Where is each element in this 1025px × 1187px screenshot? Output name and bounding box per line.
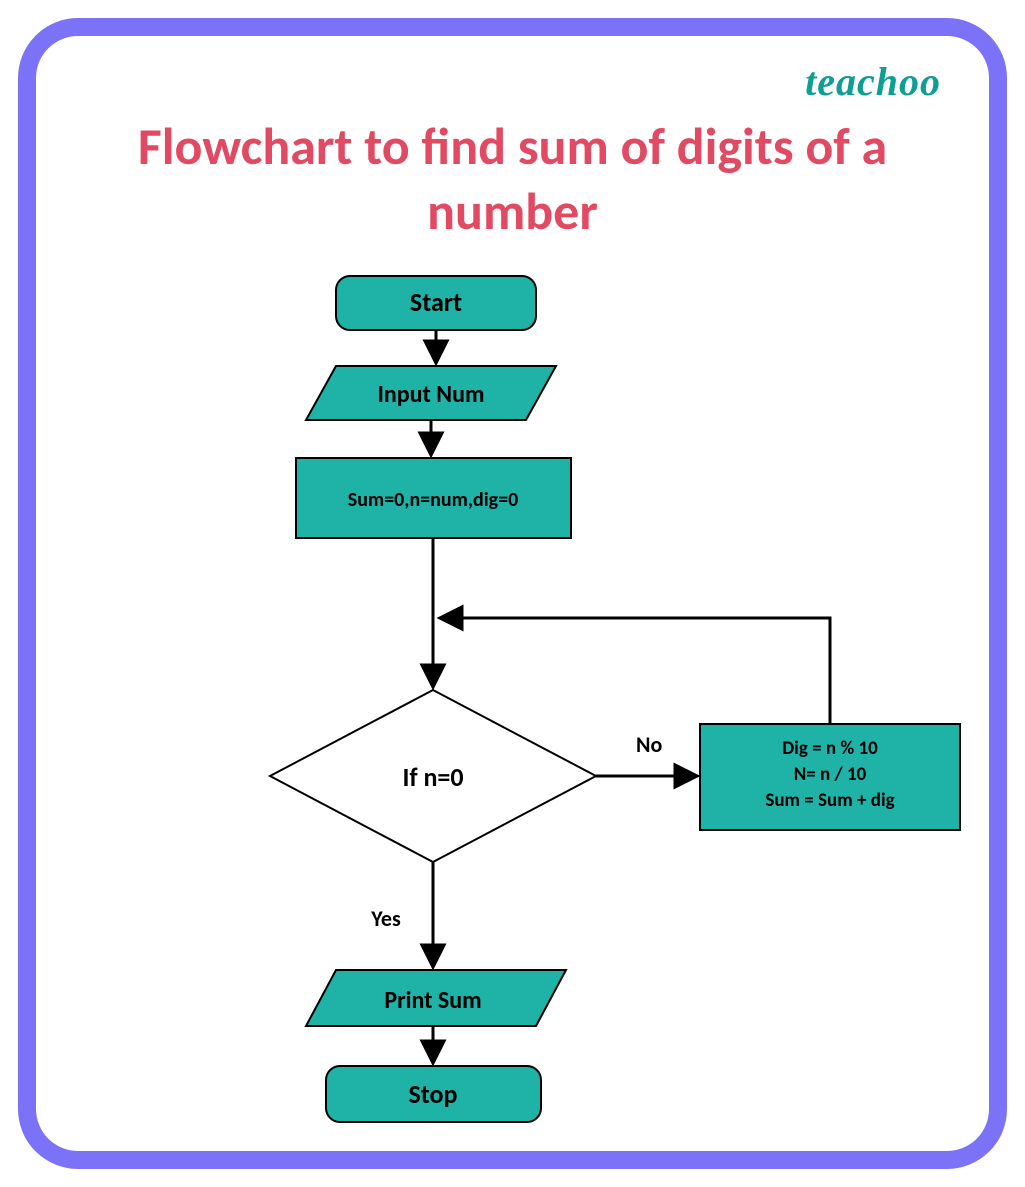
node-stop: Stop <box>326 1066 541 1122</box>
node-decision: If n=0 <box>270 690 596 862</box>
node-init: Sum=0,n=num,dig=0 <box>296 458 571 538</box>
arrow-loopback <box>441 618 830 724</box>
node-input: Input Num <box>306 366 556 420</box>
node-loop-line2: N= n / 10 <box>794 763 867 786</box>
node-init-label: Sum=0,n=num,dig=0 <box>348 488 519 512</box>
node-decision-label: If n=0 <box>402 761 463 793</box>
node-input-label: Input Num <box>378 380 485 409</box>
node-loop-line3: Sum = Sum + dig <box>765 789 894 812</box>
diagram-title: Flowchart to find sum of digits of a num… <box>36 114 989 244</box>
label-no: No <box>636 731 662 758</box>
label-yes: Yes <box>370 905 401 932</box>
node-start: Start <box>336 276 536 330</box>
node-start-label: Start <box>410 286 462 318</box>
node-output: Print Sum <box>306 970 566 1026</box>
diagram-frame: teachoo Flowchart to find sum of digits … <box>18 18 1007 1169</box>
node-loop: Dig = n % 10 N= n / 10 Sum = Sum + dig <box>700 724 960 830</box>
brand-logo: teachoo <box>805 58 941 105</box>
node-loop-line1: Dig = n % 10 <box>782 737 878 760</box>
node-stop-label: Stop <box>409 1078 458 1110</box>
node-output-label: Print Sum <box>384 986 481 1015</box>
flowchart-canvas: Start Input Num Sum=0,n=num,dig=0 <box>36 266 989 1151</box>
